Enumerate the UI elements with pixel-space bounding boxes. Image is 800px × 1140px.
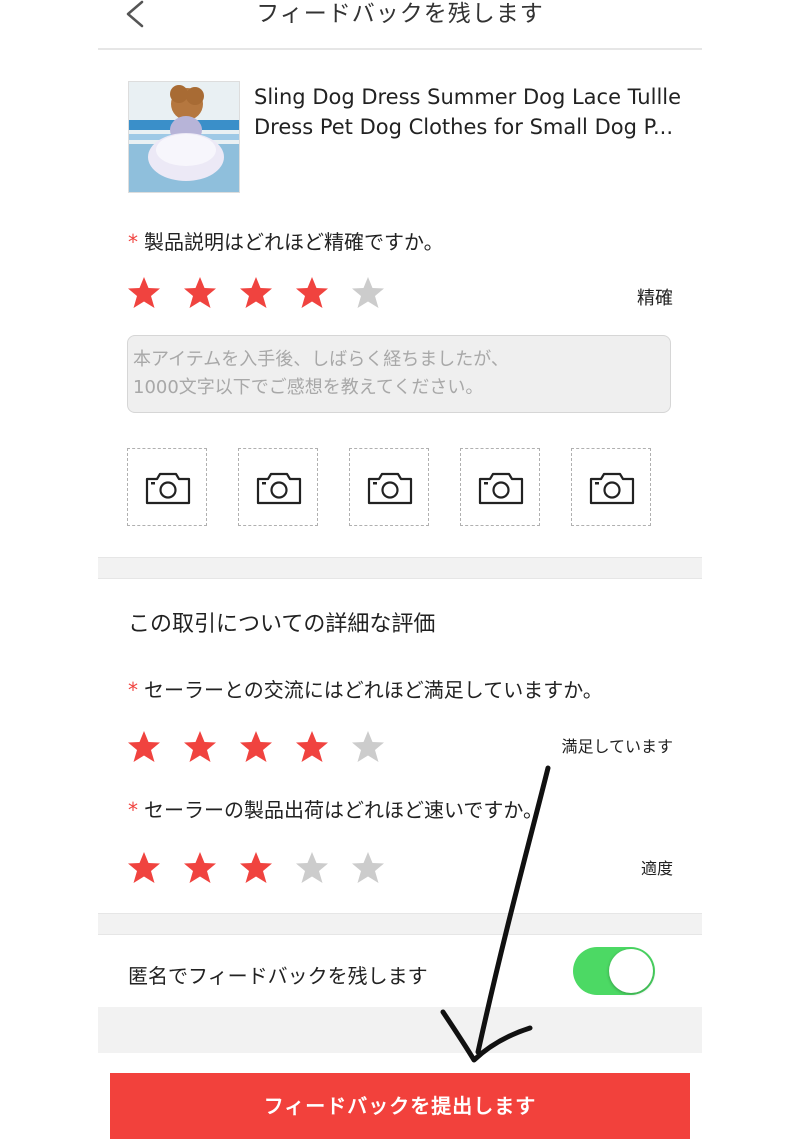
photo-upload-slot[interactable] [571,448,651,526]
communication-star-rating[interactable] [126,729,396,765]
detail-section-title: この取引についての詳細な評価 [128,612,436,637]
bottom-spacer [98,1007,702,1053]
photo-upload-slot[interactable] [238,448,318,526]
description-star-rating[interactable] [126,275,396,311]
camera-icon [256,472,302,505]
section-divider [98,557,702,579]
communication-rating-label: 満足しています [561,737,673,756]
description-question: * 製品説明はどれほど精確ですか。 [128,226,444,255]
submit-feedback-button[interactable]: フィードバックを提出します [110,1073,690,1139]
star-filled-icon[interactable] [126,275,162,311]
communication-question: * セーラーとの交流にはどれほど満足していますか。 [128,674,603,703]
photo-upload-slot[interactable] [349,448,429,526]
star-filled-icon[interactable] [294,275,330,311]
required-mark: * [128,230,138,254]
section-divider [98,913,702,935]
required-mark: * [128,678,138,702]
photo-upload-slot[interactable] [127,448,207,526]
star-filled-icon[interactable] [294,729,330,765]
star-empty-icon[interactable] [350,275,386,311]
shipping-question: * セーラーの製品出荷はどれほど速いですか。 [128,794,543,823]
communication-question-text: セーラーとの交流にはどれほど満足していますか。 [144,678,603,702]
page-title: フィードバックを残します [256,1,544,27]
star-filled-icon[interactable] [238,850,274,886]
shipping-rating-label: 適度 [640,859,673,878]
required-mark: * [128,798,138,822]
camera-icon [367,472,413,505]
star-filled-icon[interactable] [238,275,274,311]
star-filled-icon[interactable] [126,729,162,765]
anonymous-feedback-row: 匿名でフィードバックを残します [98,934,702,1008]
star-filled-icon[interactable] [126,850,162,886]
toggle-knob [609,949,653,993]
camera-icon [145,472,191,505]
star-empty-icon[interactable] [350,729,386,765]
star-filled-icon[interactable] [182,275,218,311]
header-bar: フィードバックを残します [98,0,702,50]
anonymous-feedback-label: 匿名でフィードバックを残します [128,964,428,988]
description-question-text: 製品説明はどれほど精確ですか。 [144,230,444,254]
feedback-comment-input[interactable]: 本アイテムを入手後、しばらく経ちましたが、 1000文字以下でご感想を教えてくだ… [127,335,671,413]
star-empty-icon[interactable] [350,850,386,886]
product-thumbnail [128,81,240,193]
photo-upload-slot[interactable] [460,448,540,526]
star-empty-icon[interactable] [294,850,330,886]
star-filled-icon[interactable] [238,729,274,765]
product-title: Sling Dog Dress Summer Dog Lace Tullle D… [254,85,682,139]
shipping-star-rating[interactable] [126,850,396,886]
star-filled-icon[interactable] [182,850,218,886]
shipping-question-text: セーラーの製品出荷はどれほど速いですか。 [144,798,543,822]
camera-icon [589,472,635,505]
anonymous-feedback-toggle[interactable] [573,947,655,995]
description-rating-label: 精確 [637,288,673,309]
camera-icon [478,472,524,505]
star-filled-icon[interactable] [182,729,218,765]
